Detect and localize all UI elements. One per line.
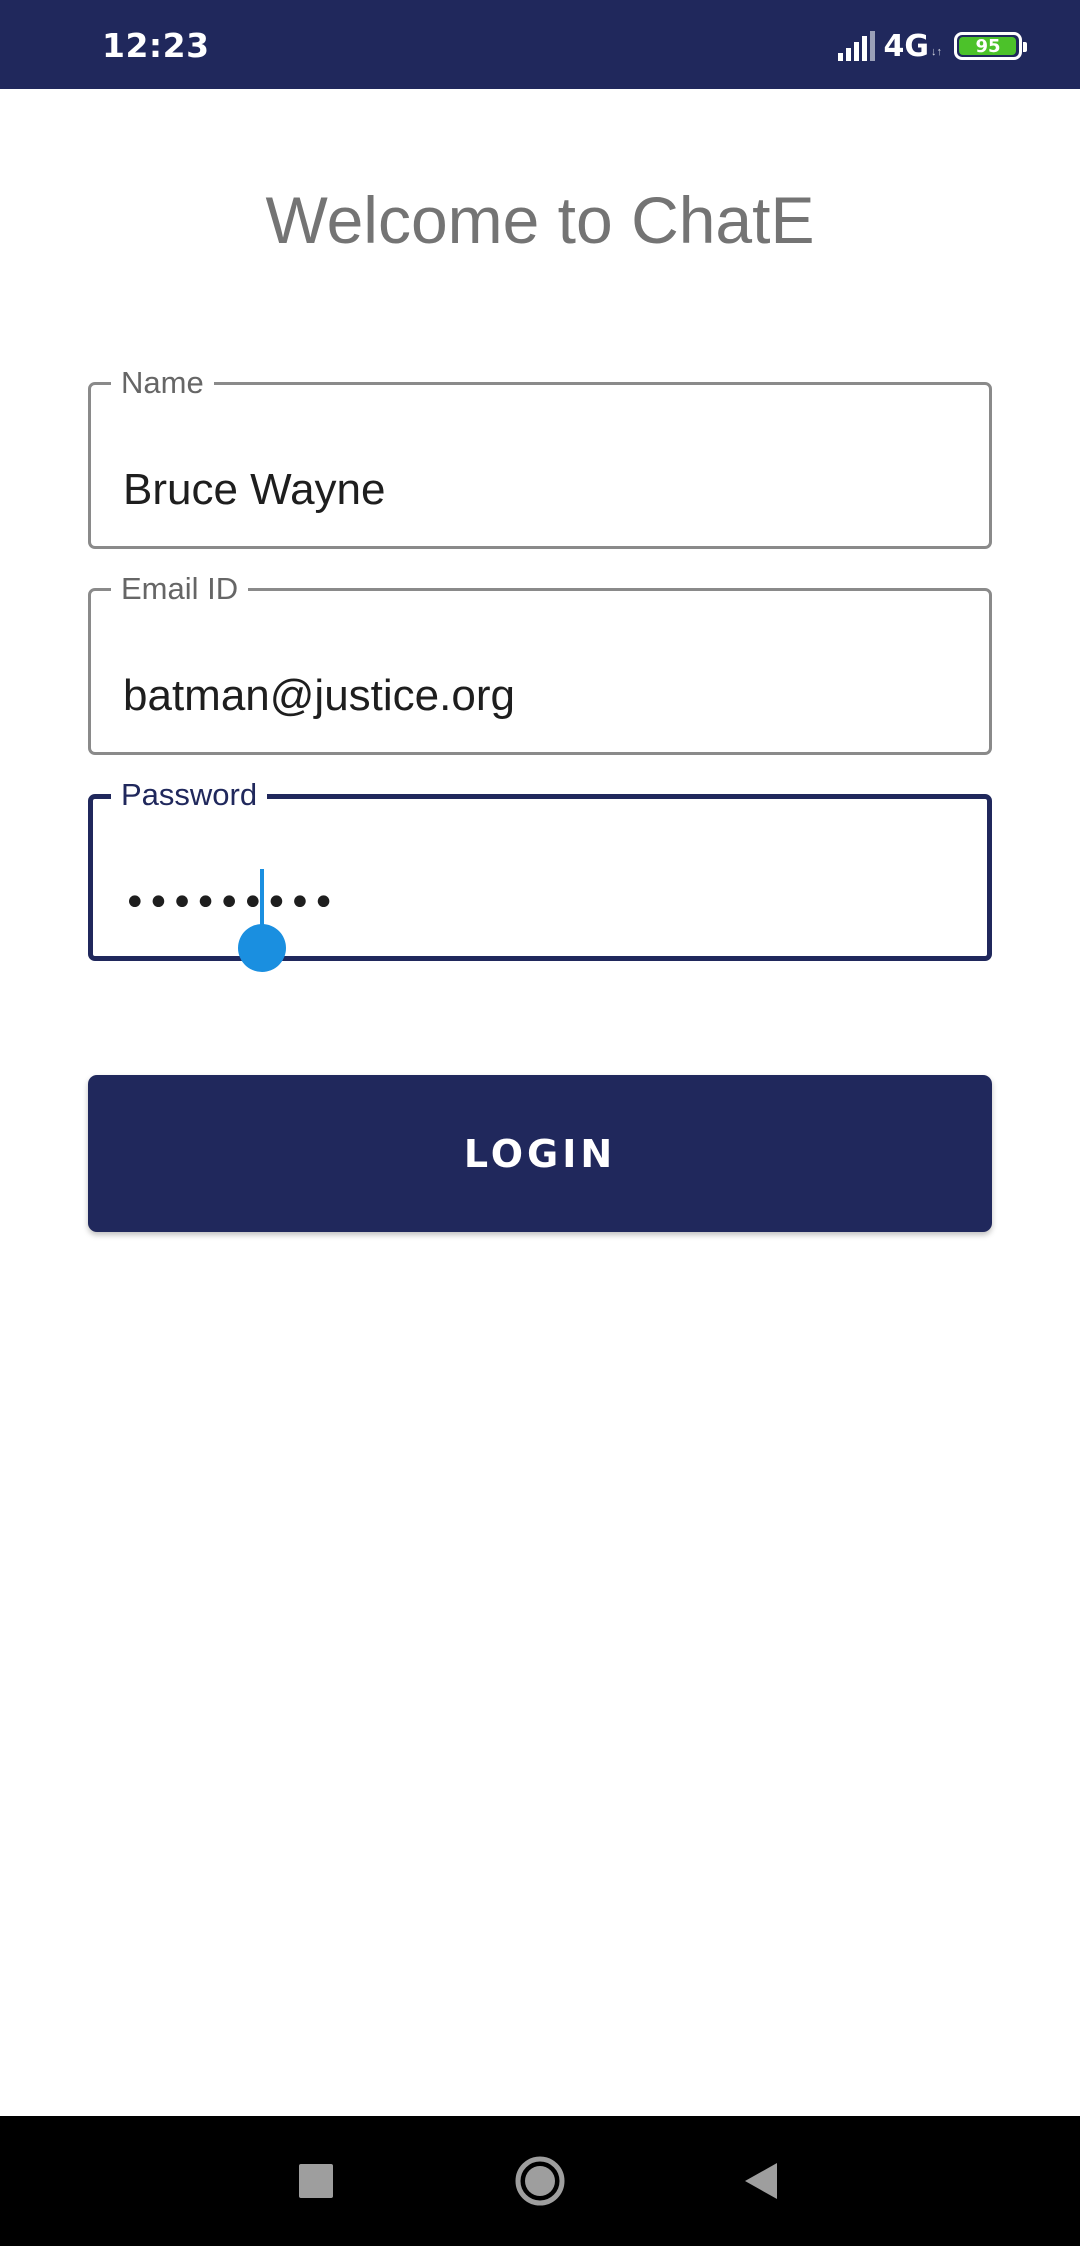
battery-level: 95 [975, 35, 1001, 57]
network-activity-icon: ↓↑ [931, 46, 942, 58]
email-field-value[interactable]: batman@justice.org [123, 671, 515, 721]
battery-tip [1023, 42, 1027, 52]
email-field-label: Email ID [111, 569, 249, 609]
battery-icon: 95 [954, 32, 1027, 60]
name-field-value[interactable]: Bruce Wayne [123, 465, 385, 515]
name-field[interactable]: Name Bruce Wayne [88, 363, 992, 549]
recents-button[interactable] [281, 2146, 351, 2216]
name-field-label: Name [111, 363, 214, 403]
home-button[interactable] [505, 2146, 575, 2216]
recents-icon [299, 2164, 333, 2198]
status-bar: 12:23 4G ↓↑ 95 [0, 0, 1080, 89]
back-button[interactable] [726, 2146, 796, 2216]
password-field-value[interactable]: ••••••••• [123, 883, 335, 923]
navigation-bar [0, 2116, 1080, 2246]
home-icon [515, 2156, 565, 2206]
back-icon [745, 2163, 777, 2199]
status-time: 12:23 [102, 26, 210, 65]
email-field[interactable]: Email ID batman@justice.org [88, 569, 992, 755]
status-icons: 4G ↓↑ 95 [836, 28, 1027, 64]
page-title: Welcome to ChatE [265, 183, 815, 257]
cursor-handle[interactable] [238, 924, 286, 972]
network-type: 4G [883, 28, 930, 64]
password-field-label: Password [111, 775, 268, 815]
login-button[interactable]: LOGIN [88, 1075, 992, 1232]
password-field[interactable]: Password ••••••••• [88, 775, 992, 972]
signal-icon [837, 31, 875, 61]
